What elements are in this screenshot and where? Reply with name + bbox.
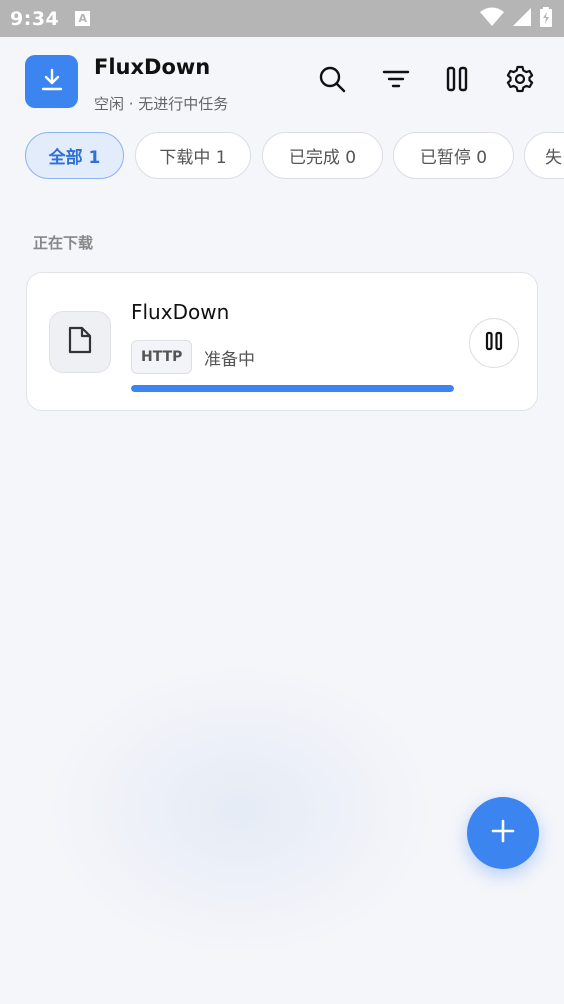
- search-button[interactable]: [316, 65, 348, 97]
- pause-all-button[interactable]: [441, 65, 473, 97]
- background-glow: [40, 660, 440, 960]
- filter-icon: [382, 65, 410, 97]
- chip-completed[interactable]: 已完成 0: [262, 132, 383, 179]
- battery-icon: [540, 6, 552, 31]
- app-subtitle: 空闲 · 无进行中任务: [94, 95, 229, 113]
- file-type-badge: [49, 311, 111, 373]
- filter-chips: 全部 1 下载中 1 已完成 0 已暂停 0 失: [0, 132, 564, 180]
- filter-button[interactable]: [380, 65, 412, 97]
- chip-paused[interactable]: 已暂停 0: [393, 132, 514, 179]
- section-title: 正在下载: [33, 234, 94, 252]
- add-download-button[interactable]: [467, 797, 539, 869]
- gear-icon: [506, 65, 534, 97]
- download-status: 准备中: [204, 350, 255, 370]
- plus-icon: [490, 818, 516, 848]
- protocol-badge: HTTP: [131, 340, 193, 374]
- status-bar: 9:34 A: [0, 0, 564, 37]
- pause-icon: [485, 331, 503, 355]
- search-icon: [318, 65, 346, 97]
- app-header: FluxDown 空闲 · 无进行中任务 全部 1 下载中 1 已完成 0 已暂…: [0, 37, 564, 195]
- file-icon: [67, 325, 93, 359]
- settings-button[interactable]: [504, 65, 536, 97]
- app-logo: [25, 55, 78, 108]
- progress-fill: [131, 385, 454, 392]
- chip-downloading[interactable]: 下载中 1: [135, 132, 251, 179]
- download-card[interactable]: FluxDown HTTP 准备中: [26, 272, 538, 411]
- status-time: 9:34: [10, 7, 60, 30]
- progress-bar: [131, 385, 454, 392]
- pause-button[interactable]: [469, 318, 519, 368]
- download-name: FluxDown: [131, 300, 230, 324]
- wifi-icon: [480, 7, 504, 31]
- notification-icon: A: [75, 11, 91, 26]
- download-icon: [38, 66, 66, 98]
- pause-all-icon: [445, 65, 469, 97]
- signal-icon: [512, 7, 532, 31]
- chip-all[interactable]: 全部 1: [25, 132, 124, 179]
- chip-failed[interactable]: 失: [524, 132, 564, 179]
- app-title: FluxDown: [94, 55, 211, 79]
